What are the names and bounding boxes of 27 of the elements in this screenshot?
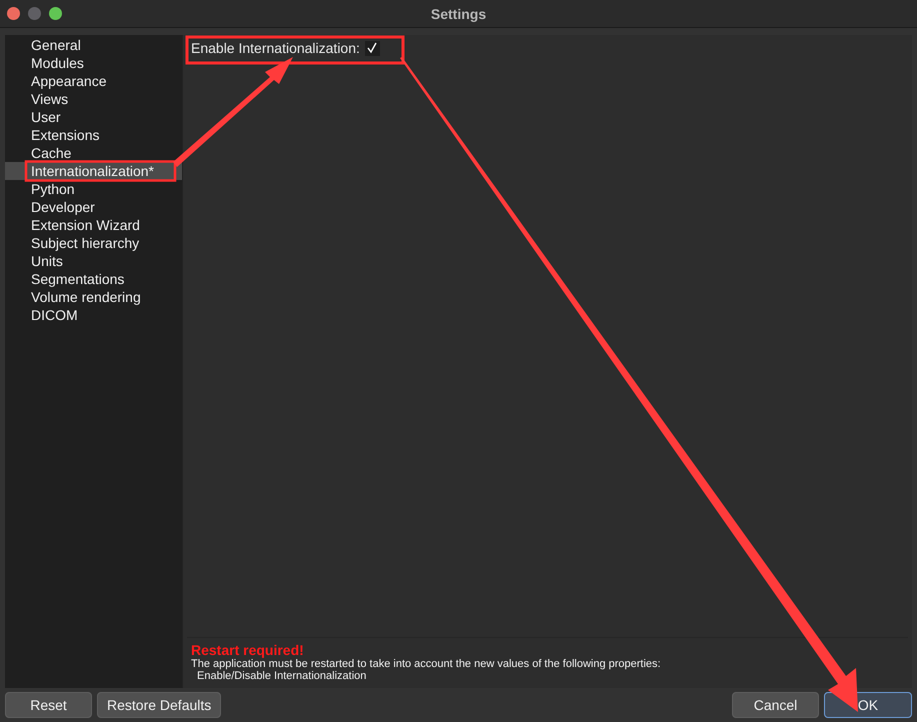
sidebar-item[interactable]: Extensions — [5, 126, 182, 144]
restart-message: The application must be restarted to take into account the new values of the following properties: — [191, 658, 662, 670]
window-title: Settings — [430, 6, 486, 22]
setting-label: Enable Internationalization: — [191, 40, 360, 56]
sidebar-item[interactable]: Segmentations — [5, 270, 182, 288]
checkbox[interactable] — [364, 40, 380, 56]
dialog-button[interactable]: Reset — [5, 692, 92, 718]
sidebar-item[interactable]: Volume rendering — [5, 288, 182, 306]
dialog-button[interactable]: Cancel — [732, 692, 819, 718]
property-name: Enable/Disable Internationalization — [196, 670, 368, 682]
sidebar-item[interactable]: Appearance — [5, 72, 182, 90]
dialog-button[interactable]: Restore Defaults — [97, 692, 222, 718]
sidebar-item[interactable]: Python — [5, 180, 182, 198]
restart-title: Restart required! — [191, 642, 305, 658]
sidebar-item[interactable]: DICOM — [5, 306, 182, 324]
sidebar-item[interactable]: Internationalization* — [5, 162, 182, 180]
sidebar-item[interactable]: Modules — [5, 54, 182, 72]
sidebar-item[interactable]: General — [5, 36, 182, 54]
sidebar-item[interactable]: Views — [5, 90, 182, 108]
sidebar-item[interactable]: Subject hierarchy — [5, 234, 182, 252]
sidebar-item[interactable]: User — [5, 108, 182, 126]
close-button[interactable] — [7, 7, 20, 20]
sidebar-item[interactable]: Cache — [5, 144, 182, 162]
sidebar-item[interactable]: Extension Wizard — [5, 216, 182, 234]
sidebar-item[interactable]: Developer — [5, 198, 182, 216]
sidebar-item[interactable]: Units — [5, 252, 182, 270]
zoom-button[interactable] — [49, 7, 62, 20]
